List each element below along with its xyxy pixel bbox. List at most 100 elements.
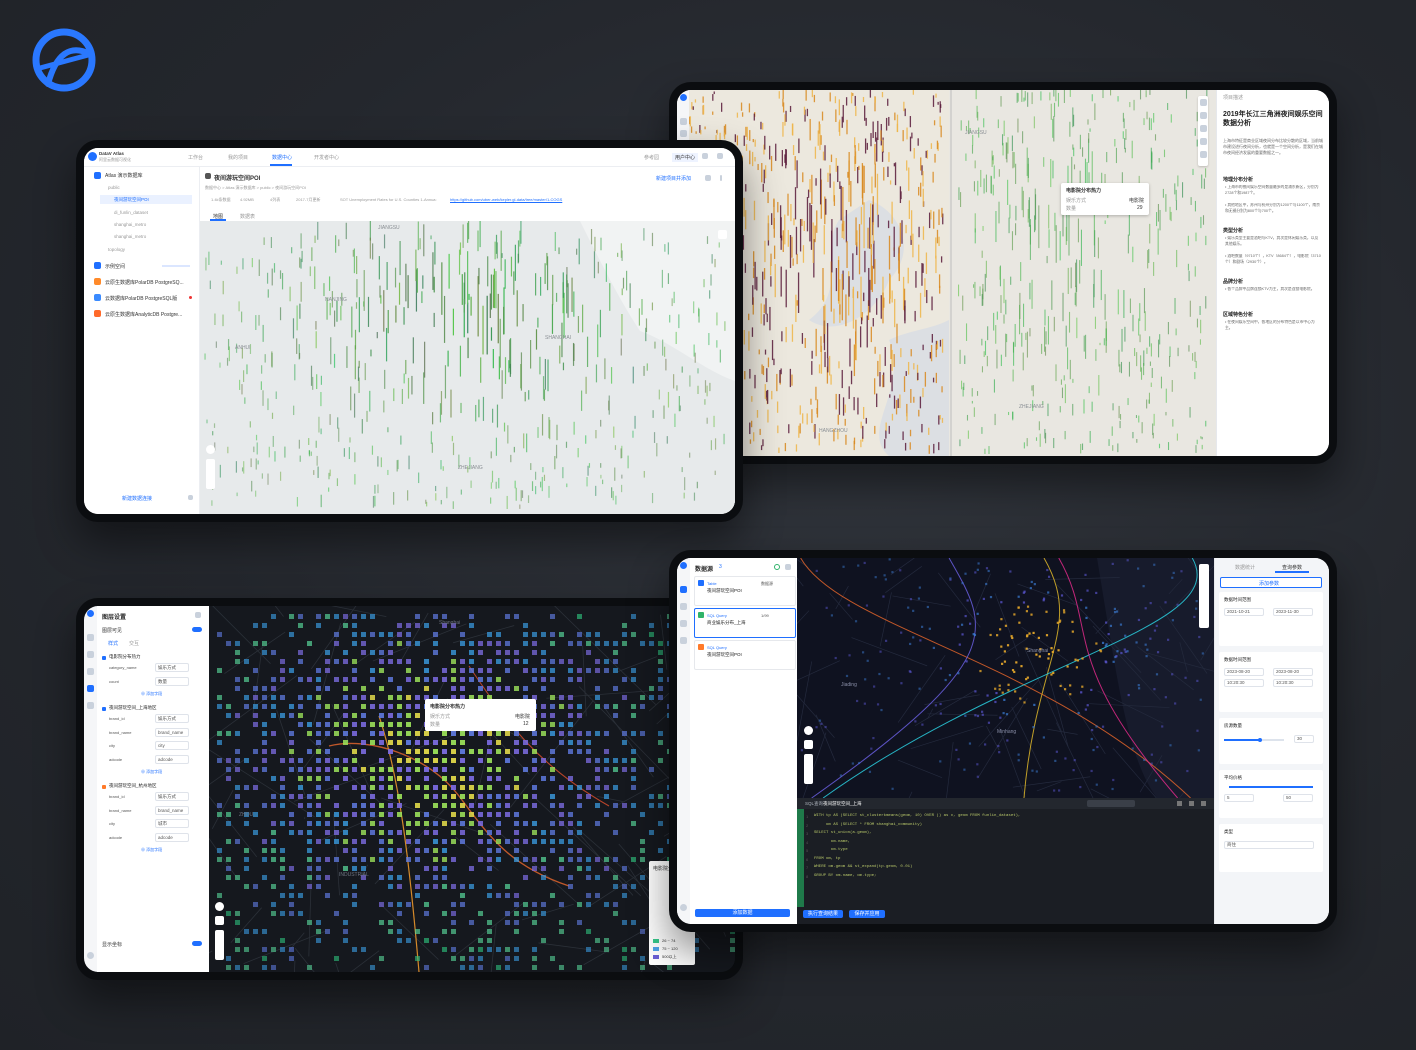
zoom-controls[interactable]: [804, 754, 813, 784]
add-connection-button[interactable]: 新建数据连接: [122, 495, 152, 502]
tab-table[interactable]: 数据表: [240, 213, 255, 220]
workspace-button[interactable]: [1087, 800, 1135, 807]
map-canvas[interactable]: JIANGSU ZHEJIANG HANGZHOU: [689, 90, 1216, 456]
compass-icon[interactable]: [215, 902, 224, 911]
param-start-input[interactable]: 2023-08-20: [1224, 668, 1264, 676]
add-param-button[interactable]: 添加参数: [1220, 577, 1322, 588]
create-project-button[interactable]: 新建项目并添加: [656, 175, 691, 182]
nav-item-data-center[interactable]: 数据中心: [272, 154, 292, 161]
compass-icon[interactable]: [804, 726, 813, 735]
nav-item-developer[interactable]: 开发者中心: [314, 154, 339, 161]
group-name[interactable]: 电影院分布热力: [109, 654, 141, 660]
close-icon[interactable]: [1201, 801, 1206, 806]
add-field-button[interactable]: ⊕ 添加字段: [141, 691, 162, 697]
param-end-input[interactable]: 2023-11-30: [1273, 608, 1313, 616]
param-start-input[interactable]: 2021-10-21: [1224, 608, 1264, 616]
nav-item-projects[interactable]: 我的项目: [228, 154, 248, 161]
sidebar-table[interactable]: 夜间游玩空间POI: [114, 197, 149, 203]
info-icon[interactable]: [1199, 99, 1207, 106]
app-logo-icon[interactable]: [88, 152, 97, 161]
avatar[interactable]: [680, 904, 687, 911]
gear-icon[interactable]: [717, 153, 723, 159]
field-value-input[interactable]: adcode: [155, 832, 189, 842]
locate-icon[interactable]: [215, 916, 224, 925]
interaction-icon[interactable]: [680, 637, 687, 644]
param-value-input[interactable]: 30: [1294, 735, 1314, 743]
app-logo-icon[interactable]: [87, 610, 94, 617]
settings-icon[interactable]: [718, 230, 727, 239]
map-icon[interactable]: [87, 702, 94, 709]
field-value-input[interactable]: brand_name: [155, 727, 189, 737]
add-icon[interactable]: [785, 564, 791, 570]
source-card[interactable]: SQL Query 夜间游玩空间POI: [694, 640, 796, 670]
param-slider-track[interactable]: [1224, 737, 1284, 742]
sql-tab[interactable]: SQL查询: [805, 801, 823, 807]
param-select[interactable]: 商住: [1224, 841, 1314, 849]
close-icon[interactable]: [195, 612, 201, 618]
field-value-input[interactable]: adcode: [155, 754, 189, 764]
bell-icon[interactable]: [702, 153, 708, 159]
tab-style[interactable]: 样式: [108, 640, 118, 647]
sidebar-table[interactable]: shanghai_metro: [114, 222, 146, 227]
refresh-icon[interactable]: [705, 175, 711, 181]
more-icon[interactable]: [720, 175, 722, 181]
layers-icon[interactable]: [87, 634, 94, 641]
sidebar-item[interactable]: 云原生数据库PolarDB PostgreSQ...: [105, 279, 184, 286]
settings-icon[interactable]: [1199, 138, 1207, 145]
map-toolbar[interactable]: [1199, 564, 1209, 628]
tab-interaction[interactable]: 交互: [129, 640, 139, 647]
check-icon[interactable]: [774, 564, 780, 570]
zoom-controls[interactable]: [206, 459, 215, 489]
sidebar-table[interactable]: di_funlin_dataset: [114, 210, 148, 215]
sidebar-root[interactable]: Atlas 演示数据库: [105, 172, 143, 179]
collapse-icon[interactable]: [1189, 801, 1194, 806]
tab-params[interactable]: 查询参数: [1282, 564, 1302, 571]
layers-icon[interactable]: [1199, 112, 1207, 119]
save-apply-button[interactable]: 保存并应用: [849, 910, 885, 918]
data-icon[interactable]: [680, 586, 687, 593]
zoom-controls[interactable]: [215, 930, 224, 960]
field-value-input[interactable]: 娱乐方式: [155, 663, 189, 672]
sidebar-table[interactable]: shanghai_metro: [114, 234, 146, 239]
save-icon[interactable]: [1199, 151, 1207, 158]
field-value-input[interactable]: 城市: [155, 819, 189, 828]
param-range-track[interactable]: [1229, 786, 1313, 788]
compass-icon[interactable]: [206, 445, 215, 454]
sidebar-item[interactable]: 示例空间: [105, 263, 125, 270]
interaction-icon[interactable]: [87, 685, 94, 692]
group-name[interactable]: 夜间游玩空间_上海地区: [109, 705, 157, 711]
field-value-input[interactable]: 数量: [155, 676, 189, 686]
app-logo-icon[interactable]: [680, 94, 687, 101]
nav-item-workbench[interactable]: 工作台: [188, 154, 203, 161]
field-value-input[interactable]: 娱乐方式: [155, 792, 189, 801]
app-logo-icon[interactable]: [680, 562, 687, 569]
sidebar-schema[interactable]: public: [108, 185, 120, 190]
param-start-time[interactable]: 10:20:30: [1224, 679, 1264, 687]
field-value-input[interactable]: city: [155, 741, 189, 750]
filter-icon[interactable]: [679, 130, 687, 137]
field-value-input[interactable]: 娱乐方式: [155, 714, 189, 723]
filter-icon[interactable]: [680, 620, 687, 627]
group-name[interactable]: 夜间游玩空间_杭州地区: [109, 783, 157, 789]
fullscreen-icon[interactable]: [1177, 801, 1182, 806]
data-icon[interactable]: [87, 651, 94, 658]
field-value-input[interactable]: brand_name: [155, 805, 189, 815]
header-link[interactable]: 参考园: [644, 154, 659, 161]
locate-icon[interactable]: [804, 740, 813, 749]
add-field-button[interactable]: ⊕ 添加字段: [141, 769, 162, 775]
layers-icon[interactable]: [680, 603, 687, 610]
add-field-button[interactable]: ⊕ 添加字段: [141, 847, 162, 853]
avatar[interactable]: [87, 952, 94, 959]
visible-toggle[interactable]: [192, 627, 202, 632]
sidebar-item[interactable]: 云原生数据库AnalyticDB Postgre...: [105, 311, 182, 318]
meta-link[interactable]: https://github.com/uber-web/kepler.gl-da…: [450, 197, 562, 202]
param-slider-thumb[interactable]: [1258, 737, 1262, 742]
param-end-input[interactable]: 2023-08-20: [1273, 668, 1313, 676]
param-min-input[interactable]: 5: [1224, 794, 1254, 802]
coordinate-toggle[interactable]: [192, 941, 202, 946]
param-max-input[interactable]: 50: [1283, 794, 1313, 802]
filter-icon[interactable]: [87, 668, 94, 675]
param-end-time[interactable]: 10:20:30: [1273, 679, 1313, 687]
source-card[interactable]: Table 夜间游玩空间POI 数据源: [694, 576, 796, 606]
fullscreen-icon[interactable]: [1199, 125, 1207, 132]
